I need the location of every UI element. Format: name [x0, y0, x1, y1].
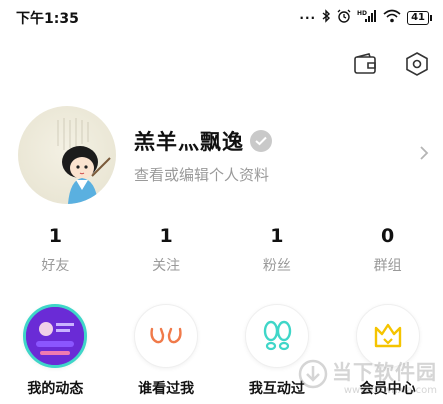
shortcut-label: 谁看过我 — [138, 381, 195, 397]
nickname: 羔羊灬飘逸 — [134, 129, 244, 154]
top-actions — [351, 50, 431, 78]
shortcut-label: 我的动态 — [27, 381, 84, 397]
shortcut-my-dynamic[interactable]: 我的动态 — [0, 304, 111, 404]
stat-label: 关注 — [152, 258, 181, 274]
watermark-text-block: 当下软件园 www.downxia.com — [332, 356, 437, 396]
download-logo-icon — [298, 359, 328, 393]
stat-label: 好友 — [41, 258, 70, 274]
status-time: 下午1:35 — [16, 11, 79, 27]
chevron-right-icon[interactable] — [419, 145, 429, 165]
alarm-icon — [337, 9, 351, 27]
watermark-text: 当下软件园 — [332, 360, 437, 384]
status-icons: ··· HD 41 — [299, 9, 432, 27]
shortcut-who-viewed-me[interactable]: 谁看过我 — [111, 304, 222, 404]
stat-following[interactable]: 1 关注 — [111, 225, 222, 280]
wifi-icon — [383, 9, 401, 27]
stat-value: 1 — [270, 225, 284, 247]
stat-fans[interactable]: 1 粉丝 — [222, 225, 333, 280]
verified-check-icon — [250, 129, 272, 152]
watermark: 当下软件园 www.downxia.com — [298, 356, 437, 396]
dots-icon: ··· — [299, 11, 317, 25]
watermark-url: www.downxia.com — [343, 385, 437, 396]
battery-icon: 41 — [407, 11, 432, 25]
bluetooth-icon — [322, 9, 331, 27]
stat-value: 1 — [48, 225, 62, 247]
settings-hexagon-icon[interactable] — [403, 50, 431, 78]
stat-label: 群组 — [373, 258, 402, 274]
wallet-icon[interactable] — [351, 50, 379, 78]
avatar[interactable] — [18, 106, 116, 204]
stat-value: 1 — [159, 225, 173, 247]
profile-text: 羔羊灬飘逸 查看或编辑个人资料 — [134, 126, 433, 185]
glasses-icon — [134, 304, 199, 368]
stats-row: 1 好友 1 关注 1 粉丝 0 群组 — [0, 225, 443, 280]
status-bar: 下午1:35 ··· HD 41 — [0, 0, 443, 36]
edit-profile-hint[interactable]: 查看或编辑个人资料 — [134, 164, 433, 185]
stat-groups[interactable]: 0 群组 — [332, 225, 443, 280]
stat-value: 0 — [381, 225, 395, 247]
stat-label: 粉丝 — [262, 258, 291, 274]
name-row: 羔羊灬飘逸 — [134, 126, 433, 156]
stat-friends[interactable]: 1 好友 — [0, 225, 111, 280]
profile-header[interactable]: 羔羊灬飘逸 查看或编辑个人资料 — [18, 105, 433, 205]
hd-signal-icon: HD — [357, 9, 377, 27]
my-dynamic-thumbnail — [23, 304, 88, 368]
shortcut-label: 我互动过 — [248, 381, 305, 397]
svg-text:HD: HD — [357, 10, 367, 17]
